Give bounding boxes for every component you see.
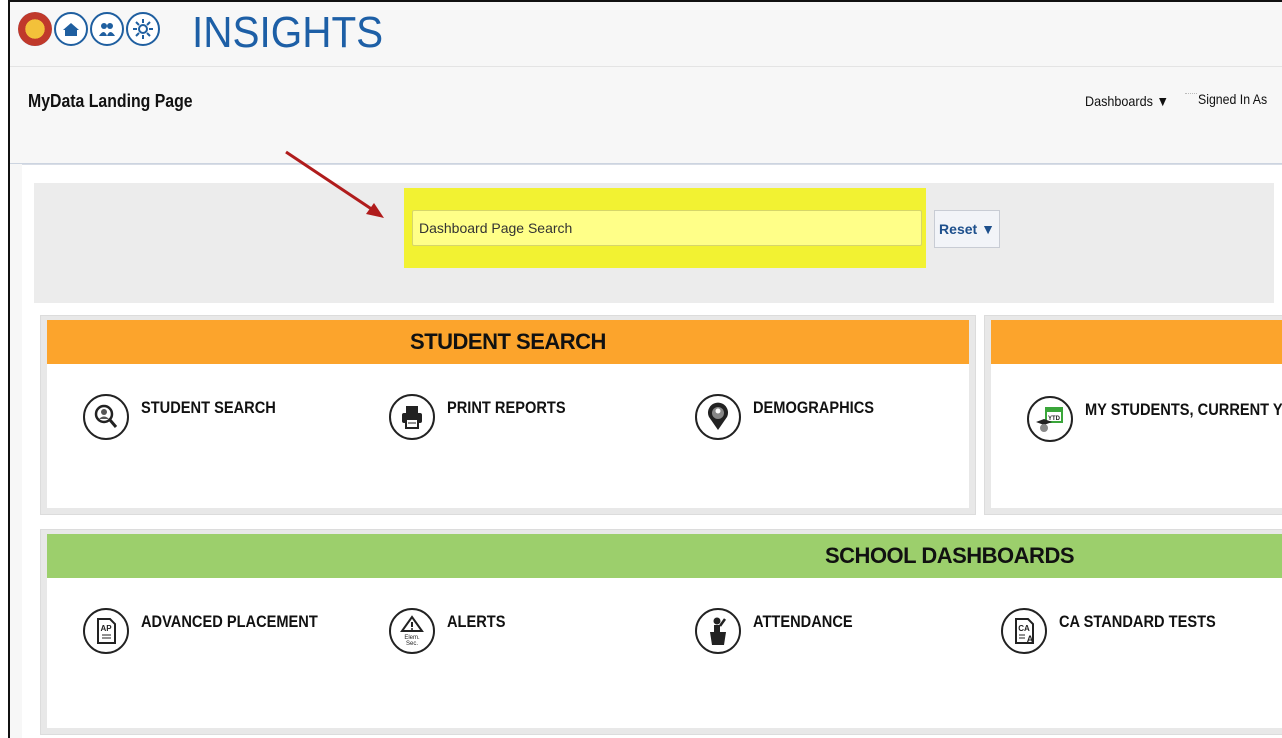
search-region: Reset ▼ <box>34 183 1274 303</box>
tile-label: ALERTS <box>447 612 506 631</box>
ytd-calendar-icon: YTD <box>1027 396 1073 442</box>
tile-ca-standard-tests[interactable]: CA A CA STANDARD TESTS <box>1001 608 1241 654</box>
tile-label: STUDENT SEARCH <box>141 398 276 417</box>
school-dashboards-tiles: AP ADVANCED PLACEMENT Elem. Sec. ALERTS A… <box>47 578 1282 728</box>
page-title: MyData Landing Page <box>28 91 193 111</box>
tile-attendance[interactable]: ATTENDANCE <box>695 608 869 654</box>
app-window: INSIGHTS MyData Landing Page Dashboards … <box>8 0 1282 738</box>
svg-text:Sec.: Sec. <box>406 641 418 647</box>
ca-test-document-icon: CA A <box>1001 608 1047 654</box>
tile-label: PRINT REPORTS <box>447 398 566 417</box>
section-banner-my-students <box>991 320 1282 364</box>
sun-icon <box>126 12 160 46</box>
tile-student-search[interactable]: STUDENT SEARCH <box>83 394 298 440</box>
tile-my-students-current-ytd[interactable]: YTD MY STUDENTS, CURRENT Y <box>1027 396 1282 442</box>
district-seal-icon <box>18 12 52 46</box>
school-dashboards-title: SCHOOL DASHBOARDS <box>825 543 1075 568</box>
page-header: MyData Landing Page Dashboards ▼ Signed … <box>10 66 1282 164</box>
section-banner-student-search: STUDENT SEARCH <box>47 320 969 364</box>
dashboard-search-input[interactable] <box>412 210 922 246</box>
svg-text:AP: AP <box>100 624 112 633</box>
student-search-panel: STUDENT SEARCH STUDENT SEARCH PRINT REPO… <box>40 315 976 515</box>
logo-bar: INSIGHTS <box>10 2 1282 66</box>
person-podium-icon <box>695 608 741 654</box>
menu-separator <box>1185 93 1197 95</box>
school-building-icon <box>54 12 88 46</box>
svg-text:YTD: YTD <box>1048 416 1061 422</box>
school-dashboards-panel: SCHOOL DASHBOARDS AP ADVANCED PLACEMENT … <box>40 529 1282 735</box>
student-magnifier-icon <box>83 394 129 440</box>
printer-icon <box>389 394 435 440</box>
ap-document-icon: AP <box>83 608 129 654</box>
svg-text:A: A <box>1027 634 1034 644</box>
tile-label: ATTENDANCE <box>753 612 853 631</box>
dashboards-menu[interactable]: Dashboards ▼ <box>1085 93 1169 109</box>
tile-label: MY STUDENTS, CURRENT Y <box>1085 400 1282 419</box>
tile-label: DEMOGRAPHICS <box>753 398 875 417</box>
map-pin-person-icon <box>695 394 741 440</box>
tile-label: ADVANCED PLACEMENT <box>141 612 318 631</box>
my-students-tiles: YTD MY STUDENTS, CURRENT Y <box>991 364 1282 508</box>
tile-advanced-placement[interactable]: AP ADVANCED PLACEMENT <box>83 608 347 654</box>
section-banner-school-dashboards: SCHOOL DASHBOARDS <box>47 534 1282 578</box>
tile-demographics[interactable]: DEMOGRAPHICS <box>695 394 894 440</box>
signed-in-as-menu[interactable]: Signed In As <box>1198 91 1267 107</box>
tile-label: CA STANDARD TESTS <box>1059 612 1216 631</box>
reset-button[interactable]: Reset ▼ <box>934 210 1000 248</box>
tile-print-reports[interactable]: PRINT REPORTS <box>389 394 585 440</box>
tile-alerts[interactable]: Elem. Sec. ALERTS <box>389 608 515 654</box>
student-search-tiles: STUDENT SEARCH PRINT REPORTS DEMOGRAPHIC… <box>47 364 969 508</box>
dashboard-content: Reset ▼ STUDENT SEARCH STUDENT SEARCH PR… <box>22 164 1282 738</box>
my-students-panel: YTD MY STUDENTS, CURRENT Y <box>984 315 1282 515</box>
svg-text:CA: CA <box>1018 624 1030 633</box>
alert-elem-sec-icon: Elem. Sec. <box>389 608 435 654</box>
app-logo-text: INSIGHTS <box>192 8 384 57</box>
logo-icons <box>18 12 160 46</box>
parents-icon <box>90 12 124 46</box>
